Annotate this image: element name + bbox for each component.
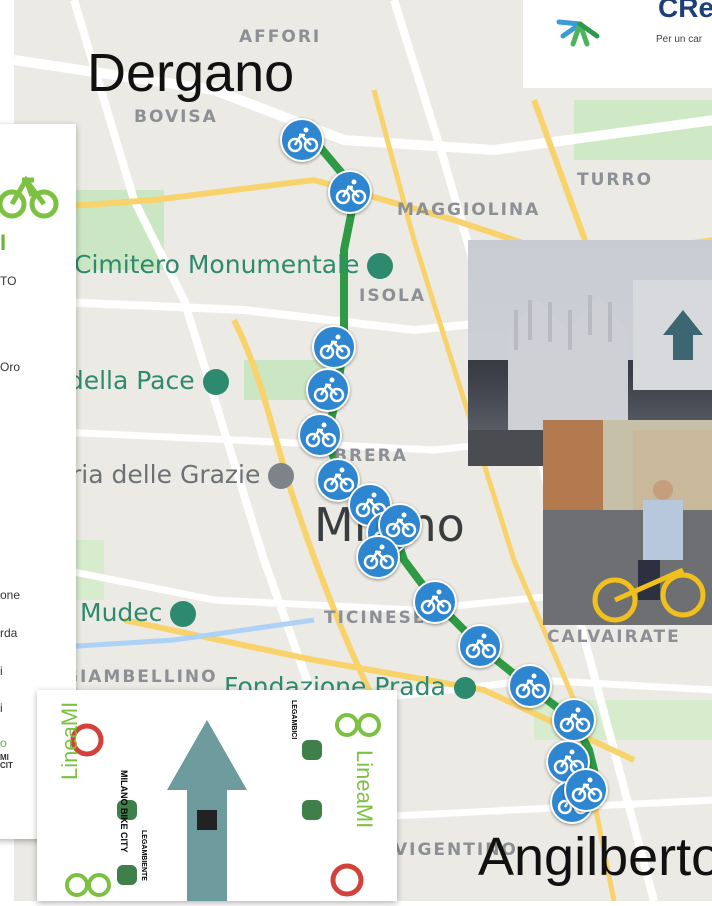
- bike-stop-pin[interactable]: [356, 535, 400, 579]
- sign-brand-left: LineaMI: [57, 701, 82, 780]
- bicycle-icon: [335, 179, 367, 205]
- bicycle-icon: [515, 673, 547, 699]
- logo-block: CRe Per un car: [523, 0, 712, 88]
- bike-stop-pin[interactable]: [508, 664, 552, 708]
- bike-stop-pin[interactable]: [306, 368, 350, 412]
- bike-stop-pin[interactable]: [413, 580, 457, 624]
- poi-cimitero-monumentale[interactable]: Cimitero Monumentale: [74, 250, 394, 279]
- logo-name: CRe: [658, 0, 712, 23]
- bike-stop-pin[interactable]: [328, 170, 372, 214]
- bike-stop-pin[interactable]: [552, 698, 596, 742]
- area-label-isola: ISOLA: [359, 286, 427, 306]
- bike-stop-pin[interactable]: [564, 768, 608, 812]
- monument-icon: [367, 253, 394, 279]
- route-sign-image: LineaMI LineaMI MILANO BIKE CITY LEGAMBI…: [37, 690, 397, 901]
- bicycle-icon: [319, 334, 351, 360]
- sign-partner: LEGAMBICI: [290, 700, 297, 740]
- panel-line: i: [0, 664, 3, 678]
- area-label-calvairate: CALVAIRATE: [547, 627, 681, 647]
- bike-stop-pin[interactable]: [280, 118, 324, 162]
- area-label-giambellino: GIAMBELLINO: [64, 667, 218, 687]
- museum-icon: [453, 677, 476, 699]
- logo-tagline: Per un car: [656, 34, 703, 45]
- panel-title: I: [0, 230, 7, 255]
- end-label: Angilberto: [478, 827, 712, 887]
- panel-line: one: [0, 588, 21, 602]
- bicycle-icon: [287, 127, 319, 153]
- sign-partner: LEGAMBIENTE: [140, 830, 147, 881]
- poi-mudec[interactable]: Mudec: [80, 598, 197, 627]
- bicycle-icon: [385, 512, 417, 538]
- panel-line: o: [0, 736, 7, 750]
- panel-line: rda: [0, 626, 18, 640]
- bicycle-icon: [313, 377, 345, 403]
- sunburst-logo-icon: [556, 19, 600, 47]
- bicycle-icon: [323, 467, 355, 493]
- bicycle-icon: [420, 589, 452, 615]
- museum-icon: [170, 601, 197, 627]
- area-label-turro: TURRO: [577, 170, 654, 190]
- bike-stop-pin[interactable]: [312, 325, 356, 369]
- photo-cyclist: [543, 420, 712, 625]
- panel-line: i: [0, 701, 3, 715]
- start-label: Dergano: [87, 43, 295, 103]
- bicycle-icon: [559, 707, 591, 733]
- area-label-bovisa: BOVISA: [134, 107, 218, 127]
- bicycle-icon: [465, 633, 497, 659]
- monument-icon: [202, 369, 229, 395]
- area-label-ticinese: TICINESE: [324, 608, 427, 628]
- panel-line: TO: [0, 274, 17, 288]
- sign-partner: MILANO BIKE CITY: [119, 770, 129, 853]
- bike-stop-pin[interactable]: [458, 624, 502, 668]
- bicycle-icon: [571, 777, 603, 803]
- church-icon: [268, 463, 295, 489]
- poi-label: Cimitero Monumentale: [74, 250, 360, 279]
- area-label-maggiolina: MAGGIOLINA: [397, 200, 541, 220]
- panel-badge: MI CIT: [0, 753, 13, 770]
- sign-brand-right: LineaMI: [352, 750, 377, 829]
- panel-line: Oro: [0, 360, 21, 374]
- bike-stop-pin[interactable]: [298, 413, 342, 457]
- poi-label: Mudec: [80, 598, 163, 627]
- bicycle-logo-icon: [0, 175, 59, 219]
- sign-graphic: [65, 713, 381, 901]
- bicycle-icon: [305, 422, 337, 448]
- cyclist-image: [543, 420, 712, 625]
- bicycle-icon: [363, 544, 395, 570]
